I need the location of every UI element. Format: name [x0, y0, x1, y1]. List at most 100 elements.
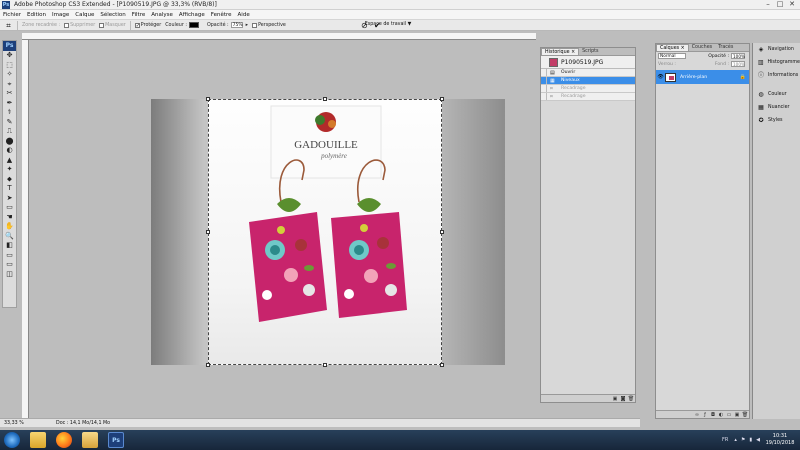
dock-item-navigation[interactable]: ◈ Navigation	[753, 43, 800, 56]
menu-edition[interactable]: Edition	[24, 12, 49, 18]
menu-aide[interactable]: Aide	[235, 12, 253, 18]
opacity-stepper[interactable]: ▸	[246, 23, 248, 28]
crop-tool-icon[interactable]: ⌗	[4, 21, 13, 30]
history-brush-source[interactable]	[541, 77, 547, 84]
adjustment-layer-icon[interactable]: ◐	[717, 412, 725, 418]
new-document-from-state-icon[interactable]: ▣	[611, 396, 619, 402]
tab-historique[interactable]: Historique ×	[541, 48, 580, 55]
crop-handle[interactable]	[323, 97, 327, 101]
quick-mask-icon[interactable]: ▭	[3, 251, 16, 261]
history-step[interactable]: ▦ Niveaux	[541, 77, 635, 85]
layer-row[interactable]: 👁 Arrière-plan 🔒	[656, 70, 749, 84]
marquee-tool-icon[interactable]: ⬚	[3, 61, 16, 71]
photoshop-taskbar-icon[interactable]: Ps	[108, 432, 124, 448]
history-step[interactable]: ▤ Ouvrir	[541, 69, 635, 77]
blend-mode-select[interactable]: Normal	[658, 53, 686, 59]
menu-analyse[interactable]: Analyse	[148, 12, 176, 18]
slice-tool-icon[interactable]: ✂	[3, 89, 16, 99]
zoom-level[interactable]: 33,33 %	[4, 421, 32, 426]
shape-tool-icon[interactable]: ▭	[3, 203, 16, 213]
delete-radio[interactable]: Supprimer	[64, 22, 95, 28]
history-brush-tool-icon[interactable]: ⎍	[3, 127, 16, 137]
history-brush-source[interactable]	[541, 93, 547, 100]
layer-mask-icon[interactable]: ◘	[709, 412, 717, 418]
perspective-checkbox[interactable]: Perspective	[252, 22, 286, 28]
crop-selection[interactable]: GADOUILLE polymère	[206, 97, 444, 367]
menu-selection[interactable]: Sélection	[97, 12, 128, 18]
zoom-tool-icon[interactable]: 🔍	[3, 232, 16, 242]
tab-couches[interactable]: Couches	[689, 44, 715, 51]
new-snapshot-icon[interactable]: ◙	[619, 396, 627, 402]
file-explorer-icon[interactable]	[30, 432, 46, 448]
firefox-icon[interactable]	[56, 432, 72, 448]
opacity-field[interactable]: 75%	[230, 22, 243, 28]
language-indicator[interactable]: FR	[722, 437, 728, 443]
dock-item-histogram[interactable]: ▥ Histogramme	[753, 56, 800, 69]
shield-color-swatch[interactable]	[188, 22, 199, 28]
link-layers-icon[interactable]: ∞	[693, 412, 701, 418]
menu-fichier[interactable]: Fichier	[0, 12, 24, 18]
photo-viewer-icon[interactable]	[82, 432, 98, 448]
crop-handle[interactable]	[206, 363, 210, 367]
volume-icon[interactable]: ◀	[756, 437, 760, 443]
crop-handle[interactable]	[323, 363, 327, 367]
hide-radio[interactable]: Masquer	[99, 22, 126, 28]
trash-icon[interactable]: 🗑	[627, 396, 635, 402]
history-step[interactable]: ⌗ Recadrage	[541, 85, 635, 93]
dock-item-info[interactable]: ⓘ Informations	[753, 69, 800, 82]
close-button[interactable]: ✕	[786, 0, 798, 9]
start-button[interactable]	[4, 432, 20, 448]
crop-handle[interactable]	[440, 97, 444, 101]
network-icon[interactable]: ▮	[749, 437, 752, 443]
tray-arrow-icon[interactable]: ▴	[734, 437, 737, 443]
new-layer-icon[interactable]: ▣	[733, 412, 741, 418]
move-tool-icon[interactable]: ✥	[3, 51, 16, 61]
flag-icon[interactable]: ⚑	[741, 437, 745, 443]
trash-icon[interactable]: 🗑	[741, 412, 749, 418]
menu-image[interactable]: Image	[49, 12, 72, 18]
minimize-button[interactable]: –	[762, 0, 774, 9]
menu-fenetre[interactable]: Fenêtre	[208, 12, 235, 18]
workspace-button[interactable]: Espace de travail ▼	[364, 21, 412, 29]
color-swatches-icon[interactable]: ◧	[3, 241, 16, 251]
pen-tool-icon[interactable]: ⬥	[3, 175, 16, 185]
history-step[interactable]: ⌗ Recadrage	[541, 93, 635, 101]
tab-calques[interactable]: Calques ×	[656, 44, 689, 51]
blur-tool-icon[interactable]: ▲	[3, 156, 16, 166]
eraser-tool-icon[interactable]: ⬤	[3, 137, 16, 147]
layer-opacity-field[interactable]: 100%	[731, 53, 745, 59]
clock[interactable]: 10:31 19/10/2018	[762, 432, 798, 448]
type-tool-icon[interactable]: T	[3, 184, 16, 194]
dodge-tool-icon[interactable]: ✦	[3, 165, 16, 175]
healing-tool-icon[interactable]: ✒	[3, 99, 16, 109]
fill-field[interactable]: 100%	[731, 61, 745, 67]
crop-handle[interactable]	[440, 230, 444, 234]
screen-mode-icon[interactable]: ▭	[3, 260, 16, 270]
shield-checkbox[interactable]: Protéger	[134, 22, 161, 28]
tab-traces[interactable]: Tracés	[715, 44, 736, 51]
dock-item-styles[interactable]: ✪ Styles	[753, 114, 800, 127]
crop-handle[interactable]	[206, 230, 210, 234]
magic-wand-tool-icon[interactable]: ✧	[3, 70, 16, 80]
crop-tool-icon[interactable]: ⌖	[3, 80, 16, 90]
crop-handle[interactable]	[206, 97, 210, 101]
menu-calque[interactable]: Calque	[72, 12, 97, 18]
maximize-button[interactable]: □	[774, 0, 786, 9]
edit-in-imageready-icon[interactable]: ◫	[3, 270, 16, 280]
path-selection-tool-icon[interactable]: ➤	[3, 194, 16, 204]
eye-icon[interactable]: 👁	[656, 74, 665, 80]
menu-filtre[interactable]: Filtre	[129, 12, 149, 18]
layer-style-icon[interactable]: ƒ	[701, 412, 709, 418]
tab-scripts[interactable]: Scripts	[579, 48, 601, 55]
dock-item-swatches[interactable]: ▦ Nuancier	[753, 101, 800, 114]
clone-stamp-tool-icon[interactable]: ✎	[3, 118, 16, 128]
history-snapshot[interactable]: P1090519.JPG	[541, 56, 635, 69]
hand-tool-icon[interactable]: ✋	[3, 222, 16, 232]
notes-tool-icon[interactable]: ☚	[3, 213, 16, 223]
crop-handle[interactable]	[440, 363, 444, 367]
brush-tool-icon[interactable]: ⚕	[3, 108, 16, 118]
dock-item-color[interactable]: ◍ Couleur	[753, 88, 800, 101]
menu-affichage[interactable]: Affichage	[176, 12, 208, 18]
new-group-icon[interactable]: ▭	[725, 412, 733, 418]
gradient-tool-icon[interactable]: ◐	[3, 146, 16, 156]
